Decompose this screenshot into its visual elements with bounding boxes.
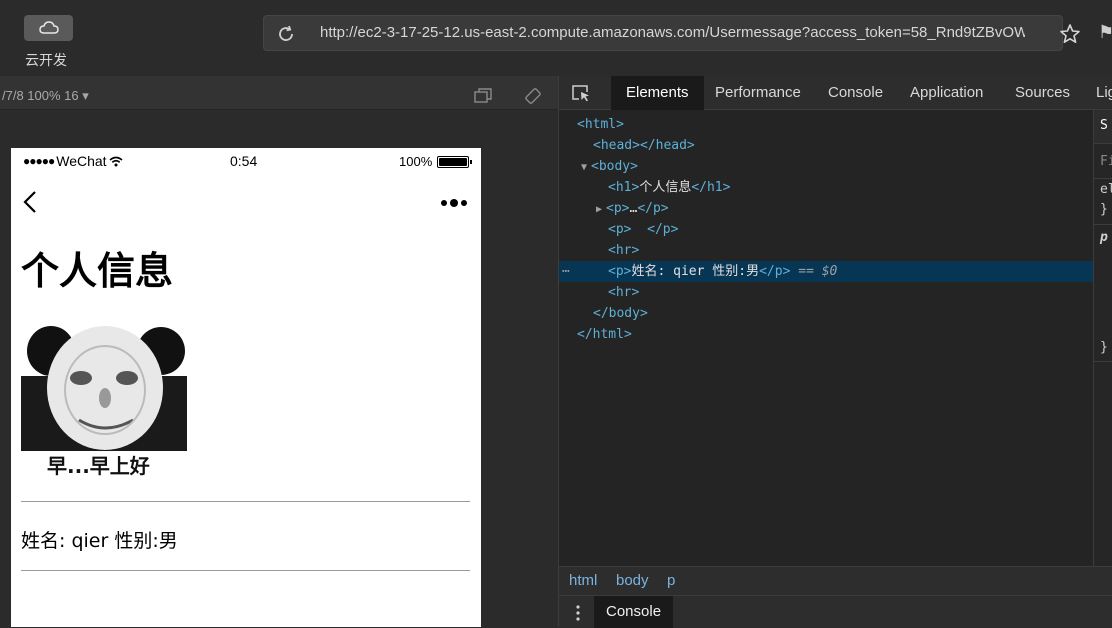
rotate-icon[interactable] [523,86,543,106]
battery-fill [439,157,468,166]
devtools-panel: Elements Performance Console Application… [558,76,1112,628]
dom-node-hr-1[interactable]: <hr> [559,240,1093,261]
dom-node-body[interactable]: ▼ <body> [559,156,1093,177]
back-arrow-icon[interactable] [23,190,37,214]
elements-dom-tree: <html> <head></head> ▼ <body> <h1>个人信息</h… [559,110,1093,567]
styles-rule-p: p [1100,230,1108,245]
dom-node-hr-2[interactable]: <hr> [559,282,1093,303]
breadcrumb-p[interactable]: p [667,572,675,589]
horizontal-rule-1 [21,501,470,502]
cloud-dev-label: 云开发 [25,53,67,69]
dom-node-html[interactable]: <html> [559,114,1093,135]
dom-node-p-empty[interactable]: <p> </p> [559,219,1093,240]
breadcrumb-body[interactable]: body [616,572,649,589]
battery-icon [437,155,473,168]
phone-nav-bar [11,174,481,228]
dom-node-p-selected[interactable]: ⋯ <p>姓名: qier 性别:男</p> == $0 [559,261,1093,282]
styles-filter-input[interactable]: Fi [1100,154,1112,169]
wifi-icon [109,156,123,166]
reload-icon[interactable] [276,24,296,44]
page-heading: 个人信息 [21,249,174,293]
cloud-dev-button[interactable] [24,15,73,41]
phone-screen: ●●●●● WeChat 0:54 100% 个人信息 早...早上好 姓名: … [11,148,481,627]
carrier-info: ●●●●● WeChat [23,153,123,169]
horizontal-rule-2 [21,570,470,571]
tab-console[interactable]: Console [813,76,898,110]
simulator-bar: /7/8 100% 16 ▾ [0,76,558,110]
star-icon[interactable] [1058,22,1082,46]
status-time: 0:54 [230,153,258,169]
carrier-name: WeChat [56,153,107,169]
panda-meme-image: 早...早上好 [21,316,187,484]
tab-application[interactable]: Application [895,76,998,110]
more-dots-icon[interactable] [439,198,469,208]
tab-sources[interactable]: Sources [1000,76,1085,110]
tab-elements[interactable]: Elements [611,76,704,110]
address-bar[interactable]: http://ec2-3-17-25-12.us-east-2.compute.… [263,15,1063,51]
devtools-tab-bar: Elements Performance Console Application… [559,76,1112,110]
battery-percent: 100% [399,154,433,169]
meme-caption: 早...早上好 [47,454,150,478]
breadcrumb: html body p [559,566,1112,595]
dom-node-body-close[interactable]: </body> [559,303,1093,324]
console-drawer: Console [559,595,1112,628]
styles-rule-p-close: } [1100,340,1108,355]
phone-status-bar: ●●●●● WeChat 0:54 100% [11,148,481,174]
drawer-menu-icon[interactable] [575,604,581,622]
tab-lighthouse[interactable]: Lig [1081,76,1112,110]
drawer-tab-console[interactable]: Console [594,596,674,628]
expand-triangle-icon[interactable]: ▶ [596,199,606,220]
signal-dots: ●●●●● [23,154,55,168]
top-toolbar: 云开发 http://ec2-3-17-25-12.us-east-2.comp… [0,0,1112,76]
dom-node-head[interactable]: <head></head> [559,135,1093,156]
user-info-text: 姓名: qier 性别:男 [21,530,178,552]
battery-indicator: 100% [399,154,473,169]
flag-icon[interactable]: ⚑ [1098,22,1112,43]
breadcrumb-html[interactable]: html [569,572,597,589]
cloud-icon [38,21,59,34]
styles-rule-element: el [1100,182,1112,197]
tab-performance[interactable]: Performance [700,76,816,110]
dom-node-h1[interactable]: <h1>个人信息</h1> [559,177,1093,198]
window-icon[interactable] [474,88,492,104]
device-zoom-label[interactable]: /7/8 100% 16 ▾ [2,88,89,104]
dom-node-html-close[interactable]: </html> [559,324,1093,345]
styles-side-panel: S Fi el } p } [1093,110,1112,567]
node-actions-icon[interactable]: ⋯ [562,261,570,282]
dom-node-p-collapsed[interactable]: ▶ <p>…</p> [559,198,1093,219]
styles-tab[interactable]: S [1100,118,1108,133]
styles-tab-bar: S [1094,110,1112,144]
inspect-element-icon[interactable] [571,84,591,102]
styles-rule-close: } [1100,202,1108,217]
collapse-triangle-icon[interactable]: ▼ [581,157,591,178]
url-text[interactable]: http://ec2-3-17-25-12.us-east-2.compute.… [320,24,1025,41]
